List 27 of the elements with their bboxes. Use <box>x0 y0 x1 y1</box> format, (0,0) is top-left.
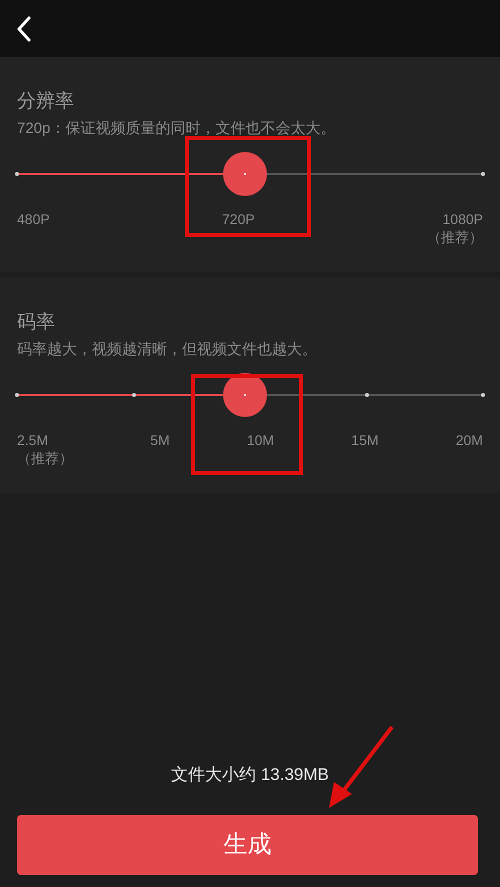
section-description: 720p：保证视频质量的同时，文件也不会太大。 <box>17 119 336 139</box>
slider-track[interactable] <box>17 152 483 196</box>
stop-label: 720P <box>222 210 255 228</box>
stop-label: 20M <box>456 431 483 449</box>
back-icon[interactable] <box>16 16 32 42</box>
section-title: 分辨率 <box>17 90 74 114</box>
stop-label: 15M <box>351 431 379 449</box>
tick-mark <box>364 393 368 397</box>
stop-label: 5M <box>150 431 170 449</box>
generate-button[interactable]: 生成 <box>17 815 478 875</box>
recommended-note: （推荐） <box>17 449 73 467</box>
tick-mark <box>132 393 136 397</box>
slider-thumb[interactable] <box>223 373 268 417</box>
stop-label: 10M <box>246 431 274 449</box>
tick-mark <box>481 393 485 397</box>
tick-mark <box>15 393 19 397</box>
stop-label: 1080P <box>442 210 483 228</box>
stop-label: 2.5M <box>17 431 48 449</box>
slider-thumb[interactable] <box>223 152 268 196</box>
recommended-note: （推荐） <box>427 228 483 246</box>
section-title: 码率 <box>17 311 55 335</box>
tick-mark <box>15 172 19 176</box>
file-size-text: 文件大小约 13.39MB <box>171 764 329 786</box>
section-description: 码率越大，视频越清晰，但视频文件也越大。 <box>17 340 317 360</box>
slider-track[interactable] <box>17 373 483 417</box>
stop-label: 480P <box>17 210 50 228</box>
tick-mark <box>481 172 485 176</box>
